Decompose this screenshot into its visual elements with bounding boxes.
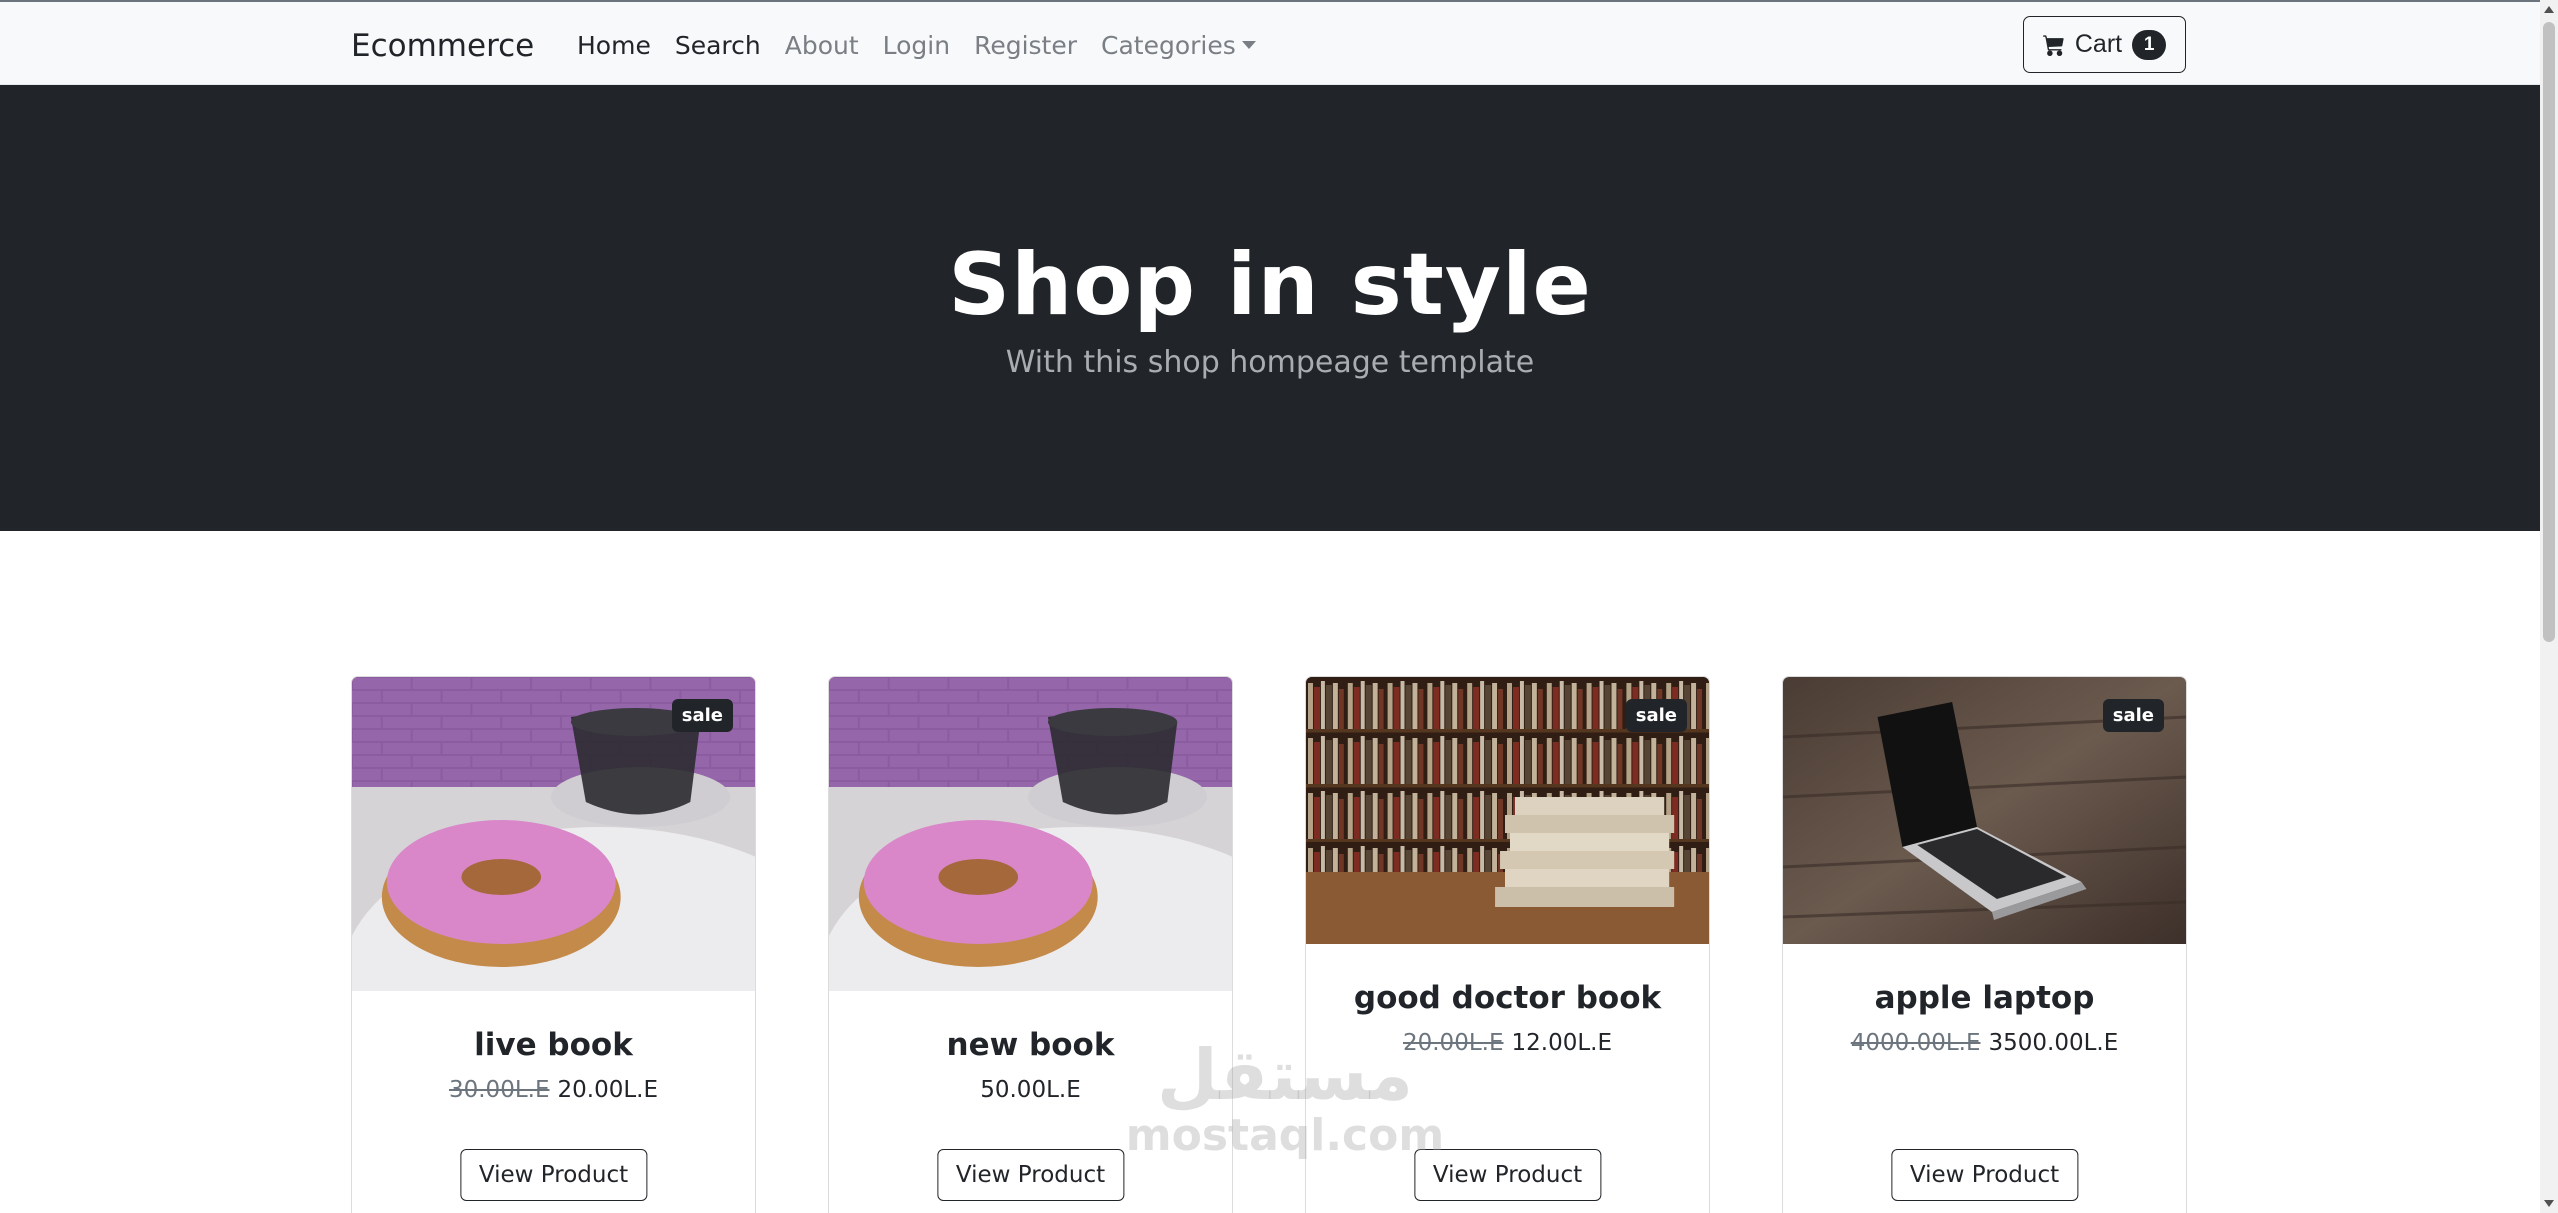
product-price: 20.00L.E 12.00L.E: [1306, 1030, 1709, 1056]
view-product-button[interactable]: View Product: [936, 1149, 1125, 1201]
nav-categories-dropdown[interactable]: Categories: [1101, 31, 1256, 60]
old-price: 20.00L.E: [1402, 1030, 1504, 1056]
current-price: 3500.00L.E: [1988, 1030, 2119, 1056]
product-price: 30.00L.E 20.00L.E: [352, 1077, 755, 1103]
scroll-down-arrow-icon[interactable]: [2544, 1200, 2554, 1207]
vertical-scrollbar[interactable]: [2540, 0, 2558, 1213]
navbar: Ecommerce Home Search About Login Regist…: [0, 0, 2540, 85]
brand-logo[interactable]: Ecommerce: [351, 28, 534, 64]
cart-count-badge: 1: [2132, 29, 2167, 60]
cart-label: Cart: [2074, 30, 2123, 58]
product-image-donut: sale: [352, 677, 755, 991]
product-image-donut: [829, 677, 1232, 991]
product-image-bookshelf: sale: [1306, 677, 1709, 944]
current-price: 50.00L.E: [980, 1077, 1081, 1103]
view-product-button[interactable]: View Product: [1890, 1149, 2079, 1201]
product-price: 4000.00L.E 3500.00L.E: [1783, 1030, 2186, 1056]
product-title: live book: [474, 1027, 633, 1063]
sale-badge: sale: [2102, 699, 2164, 732]
nav-login[interactable]: Login: [883, 31, 950, 60]
product-price: 50.00L.E: [829, 1077, 1232, 1103]
product-image-laptop: sale: [1783, 677, 2186, 944]
old-price: 30.00L.E: [448, 1077, 550, 1103]
product-title: apple laptop: [1874, 980, 2095, 1016]
scroll-up-arrow-icon[interactable]: [2544, 6, 2554, 13]
caret-down-icon: [1241, 41, 1256, 49]
nav-search[interactable]: Search: [675, 31, 761, 60]
product-card: sale live book 30.00L.E 20.00L.E View Pro…: [351, 676, 756, 1213]
nav-about[interactable]: About: [785, 31, 859, 60]
product-title: new book: [946, 1027, 1115, 1063]
cart-button[interactable]: Cart 1: [2023, 16, 2186, 73]
product-card: sale good doctor book 20.00L.E 12.00L.E V…: [1305, 676, 1710, 1213]
product-title: good doctor book: [1353, 980, 1662, 1016]
cart-icon: [2042, 34, 2064, 56]
product-card: new book 50.00L.E View Product: [828, 676, 1233, 1213]
nav-register[interactable]: Register: [974, 31, 1077, 60]
nav-categories-label: Categories: [1101, 31, 1236, 60]
sale-badge: sale: [1625, 699, 1687, 732]
old-price: 4000.00L.E: [1850, 1030, 1981, 1056]
current-price: 12.00L.E: [1511, 1030, 1613, 1056]
product-card: sale apple laptop 4000.00L.E 3500.00L.E V…: [1782, 676, 2187, 1213]
scrollbar-thumb[interactable]: [2543, 22, 2555, 642]
view-product-button[interactable]: View Product: [1413, 1149, 1602, 1201]
hero-subtitle: With this shop hompeage template: [1005, 345, 1535, 380]
hero-title: Shop in style: [948, 235, 1592, 335]
sale-badge: sale: [671, 699, 733, 732]
nav-links: Home Search About Login Register Categor…: [577, 31, 1280, 60]
nav-home[interactable]: Home: [577, 31, 651, 60]
view-product-button[interactable]: View Product: [459, 1149, 648, 1201]
current-price: 20.00L.E: [557, 1077, 659, 1103]
hero-header: Shop in style With this shop hompeage te…: [0, 85, 2540, 531]
